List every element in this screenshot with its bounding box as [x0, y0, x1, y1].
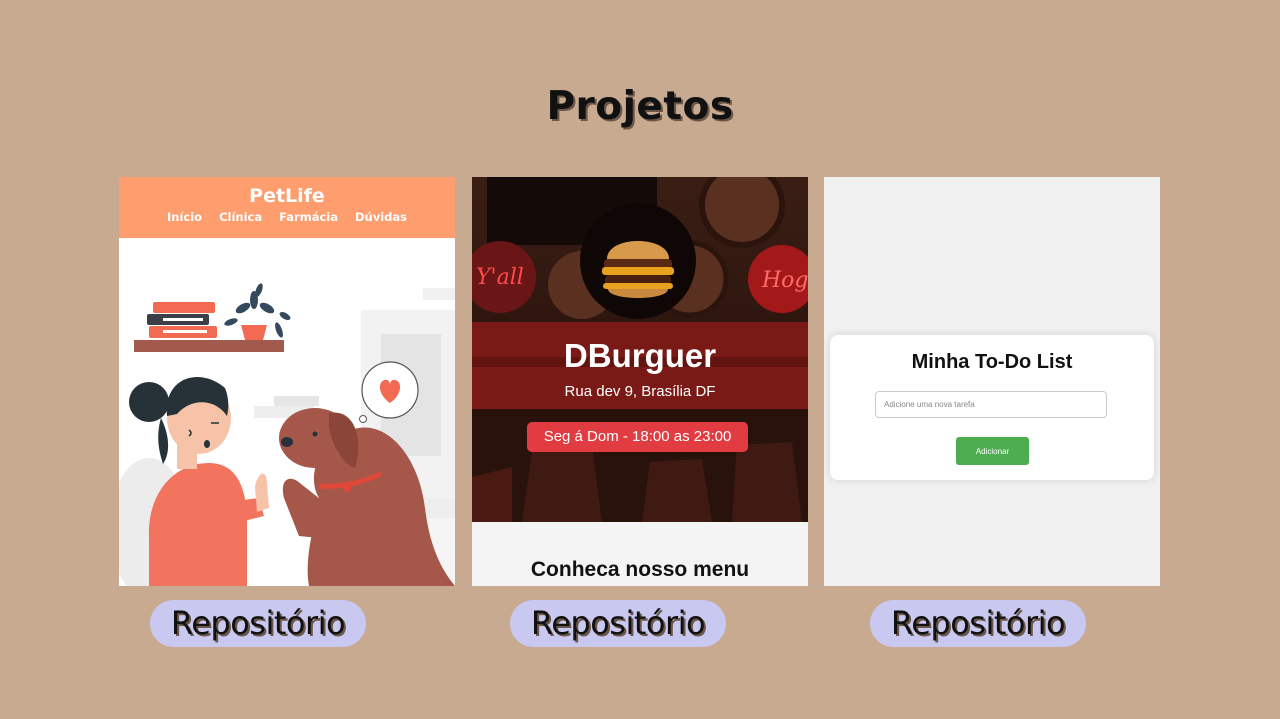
petlife-nav: Início Clínica Farmácia Dúvidas [119, 210, 455, 224]
neon-sign-yall: Y'all [476, 265, 524, 290]
project-card-todo[interactable]: Minha To-Do List Adicionar [824, 177, 1160, 586]
petlife-nav-farmacia[interactable]: Farmácia [279, 210, 338, 224]
todo-title: Minha To-Do List [911, 351, 1073, 373]
repository-link-petlife[interactable]: Repositório [150, 600, 366, 647]
petlife-nav-clinica[interactable]: Clínica [219, 210, 262, 224]
project-card-petlife[interactable]: PetLife Início Clínica Farmácia Dúvidas [119, 177, 455, 586]
petlife-nav-duvidas[interactable]: Dúvidas [355, 210, 407, 224]
project-card-dburguer[interactable]: Y'all Hog DBurguer Rua dev 9, Brasília D… [472, 177, 808, 586]
todo-input[interactable] [875, 391, 1107, 418]
neon-sign-hog: Hog [761, 268, 808, 293]
burger-menu-title: Conheca nosso menu [530, 558, 750, 581]
repository-link-todo[interactable]: Repositório [870, 600, 1086, 647]
burger-address: Rua dev 9, Brasília DF [564, 383, 716, 400]
page-title: Projetos [546, 84, 734, 129]
burger-title: DBurguer [563, 337, 717, 374]
petlife-nav-inicio[interactable]: Início [167, 210, 202, 224]
todo-container: Minha To-Do List Adicionar [830, 335, 1154, 480]
repository-link-dburguer[interactable]: Repositório [510, 600, 726, 647]
add-task-button[interactable]: Adicionar [956, 437, 1029, 465]
petlife-logo: PetLife [249, 185, 325, 207]
petlife-illustration [119, 283, 455, 586]
burger-hours-badge: Seg á Dom - 18:00 as 23:00 [527, 422, 748, 452]
petlife-header: PetLife Início Clínica Farmácia Dúvidas [119, 177, 455, 238]
